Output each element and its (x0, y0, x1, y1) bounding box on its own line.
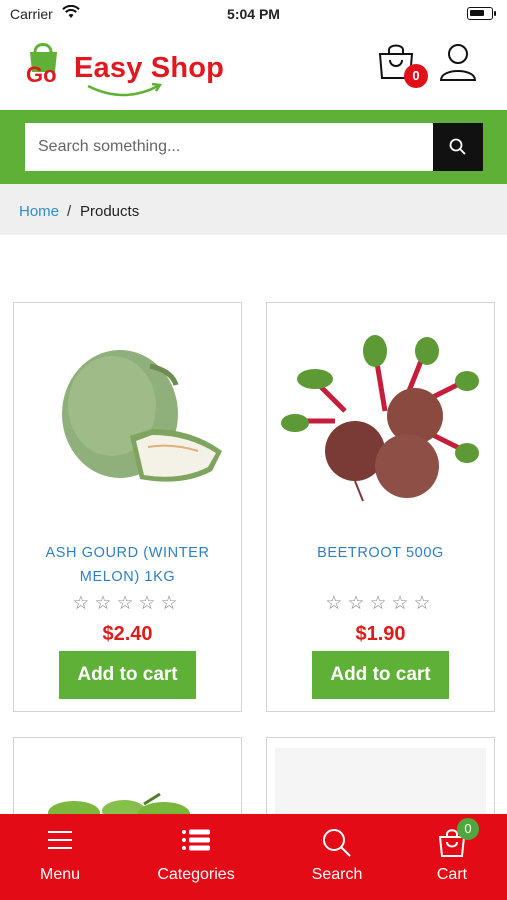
bottom-navigation: Menu Categories Search 0 Cart (0, 814, 507, 900)
status-bar: Carrier 5:04 PM (0, 0, 507, 28)
product-price: $2.40 (102, 623, 153, 645)
breadcrumb: Home / Products (0, 184, 507, 235)
nav-cart-count-badge: 0 (457, 818, 479, 840)
breadcrumb-current: Products (80, 203, 140, 220)
search-icon (323, 829, 351, 857)
product-rating-stars: ☆☆☆☆☆ (72, 593, 183, 614)
add-to-cart-button[interactable]: Add to cart (312, 651, 449, 699)
logo-smile-icon (87, 82, 163, 97)
header-cart-button[interactable]: 0 (376, 42, 430, 92)
product-card[interactable]: ASH GOURD (WINTER MELON) 1KG ☆☆☆☆☆ $2.40… (13, 302, 242, 712)
app-header: Go Easy Shop 0 (0, 28, 507, 110)
nav-menu[interactable]: Menu (20, 814, 100, 900)
add-to-cart-button[interactable]: Add to cart (59, 651, 196, 699)
cart-count-badge: 0 (404, 64, 428, 88)
logo-text: Easy Shop (74, 52, 225, 84)
breadcrumb-separator: / (67, 203, 72, 220)
user-icon (439, 44, 477, 81)
nav-label: Menu (39, 866, 81, 883)
breadcrumb-home-link[interactable]: Home (19, 203, 59, 220)
product-rating-stars: ☆☆☆☆☆ (325, 593, 436, 614)
logo[interactable]: Go Easy Shop (24, 38, 234, 102)
hamburger-icon (48, 831, 72, 849)
product-name[interactable]: BEETROOT 500G (277, 541, 484, 565)
status-time: 5:04 PM (227, 6, 280, 22)
search-input[interactable] (25, 123, 433, 171)
search-icon (449, 138, 466, 155)
product-card[interactable]: BEETROOT 500G ☆☆☆☆☆ $1.90 Add to cart (266, 302, 495, 712)
search-button[interactable] (433, 123, 483, 171)
product-image-beetroot[interactable] (275, 311, 486, 523)
nav-categories[interactable]: Categories (140, 814, 252, 900)
logo-prefix: Go (26, 62, 57, 87)
nav-label: Search (311, 866, 363, 883)
list-icon (182, 829, 210, 851)
product-name[interactable]: ASH GOURD (WINTER MELON) 1KG (24, 541, 231, 589)
battery-icon (467, 7, 496, 20)
nav-label: Cart (436, 866, 468, 883)
search-bar (0, 110, 507, 184)
product-image-ash-gourd[interactable] (22, 311, 233, 523)
nav-search[interactable]: Search (297, 814, 377, 900)
nav-label: Categories (157, 866, 235, 883)
nav-cart[interactable]: 0 Cart (417, 814, 487, 900)
product-price: $1.90 (355, 623, 406, 645)
user-account-button[interactable] (438, 42, 478, 84)
